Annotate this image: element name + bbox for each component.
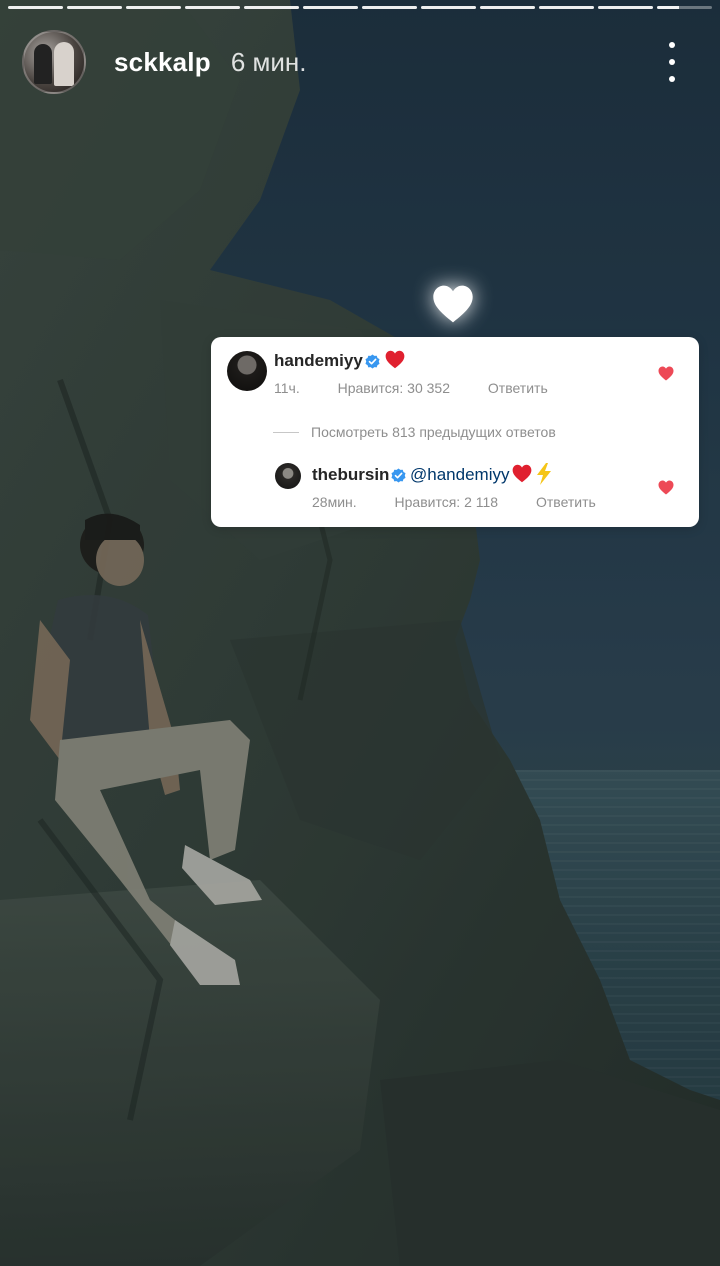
story-username[interactable]: sckkalp xyxy=(114,47,211,78)
progress-segment xyxy=(421,6,476,9)
progress-segment xyxy=(126,6,181,9)
reply-time: 28мин. xyxy=(312,494,357,510)
verified-badge-icon xyxy=(391,468,406,483)
reply-username[interactable]: thebursin xyxy=(312,465,389,485)
comment-username[interactable]: handemiyy xyxy=(274,351,363,371)
reply-likes[interactable]: Нравится: 2 118 xyxy=(395,494,499,510)
white-heart-icon xyxy=(433,285,473,323)
more-vertical-icon[interactable] xyxy=(664,42,680,82)
progress-segment xyxy=(244,6,299,9)
heart-red-icon xyxy=(512,464,532,483)
comment-meta: 11ч. Нравится: 30 352 Ответить xyxy=(274,380,582,396)
progress-segment xyxy=(480,6,535,9)
view-previous-label: Посмотреть 813 предыдущих ответов xyxy=(311,424,556,440)
heart-red-icon xyxy=(385,350,405,369)
progress-segment xyxy=(362,6,417,9)
story-time: 6 мин. xyxy=(230,46,307,77)
view-previous-replies-link[interactable]: Посмотреть 813 предыдущих ответов xyxy=(273,424,556,440)
avatar[interactable] xyxy=(227,351,267,391)
comment-time: 11ч. xyxy=(274,380,300,396)
like-heart-icon[interactable] xyxy=(658,366,674,381)
lightning-icon xyxy=(537,463,551,485)
comment-likes[interactable]: Нравится: 30 352 xyxy=(338,380,450,396)
reply-button[interactable]: Ответить xyxy=(536,494,596,510)
story-header: sckkalp 6 мин. xyxy=(22,30,690,94)
progress-segment-active xyxy=(657,6,712,9)
progress-segment xyxy=(303,6,358,9)
reply-button[interactable]: Ответить xyxy=(488,380,548,396)
like-heart-icon[interactable] xyxy=(658,480,674,495)
avatar[interactable] xyxy=(22,30,86,94)
avatar[interactable] xyxy=(275,463,301,489)
progress-segment xyxy=(67,6,122,9)
mention-link[interactable]: @handemiyy xyxy=(410,465,509,485)
verified-badge-icon xyxy=(365,354,380,369)
progress-segment xyxy=(598,6,653,9)
reply-meta: 28мин. Нравится: 2 118 Ответить xyxy=(312,494,630,510)
story-progress-bar xyxy=(8,6,712,9)
progress-segment xyxy=(539,6,594,9)
progress-segment xyxy=(185,6,240,9)
story-background xyxy=(0,0,720,1266)
comment-card: handemiyy 11ч. Нравится: 30 352 Ответить… xyxy=(211,337,699,527)
progress-segment xyxy=(8,6,63,9)
